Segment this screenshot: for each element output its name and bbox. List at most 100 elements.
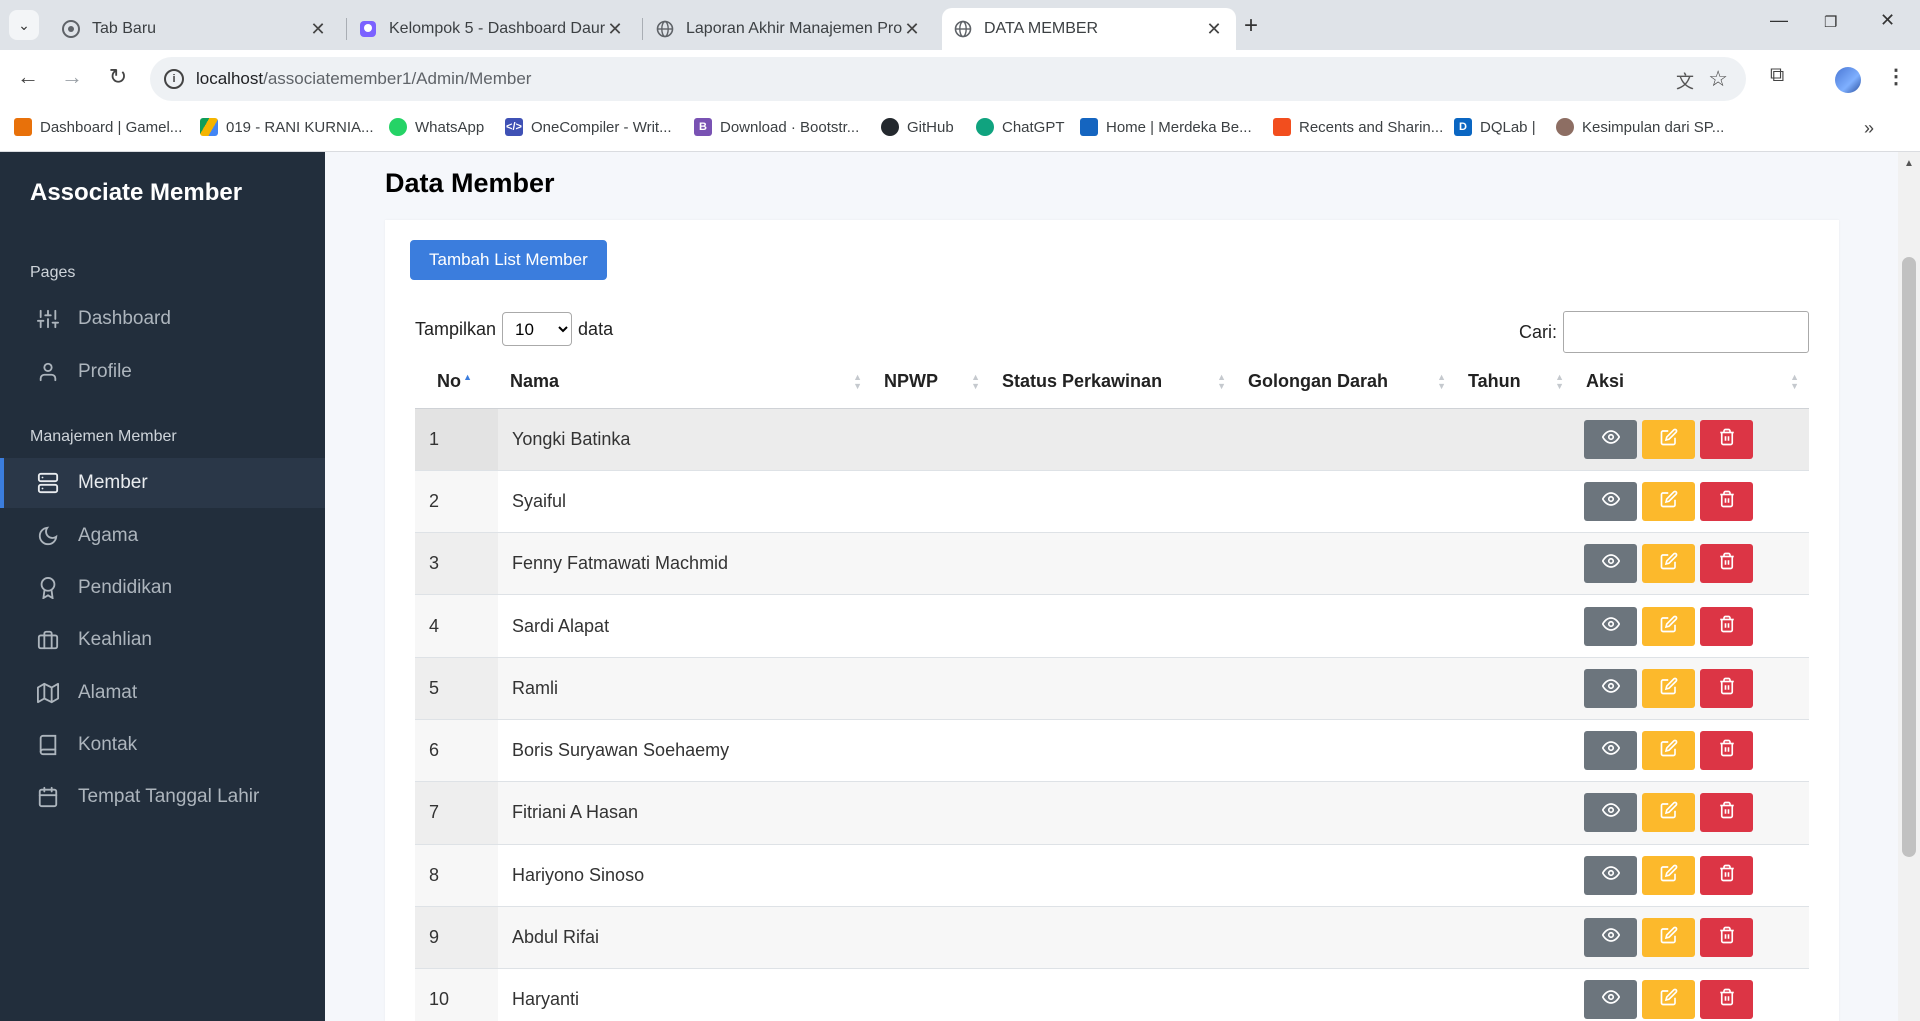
- delete-button[interactable]: [1700, 980, 1753, 1020]
- restore-icon[interactable]: ❐: [1824, 13, 1837, 31]
- bookmark-item[interactable]: Home | Merdeka Be...: [1080, 118, 1252, 136]
- close-icon[interactable]: ✕: [1204, 19, 1224, 40]
- bookmark-item[interactable]: </> OneCompiler - Writ...: [505, 118, 672, 136]
- avatar[interactable]: [1835, 67, 1861, 93]
- bookmark-item[interactable]: D DQLab |: [1454, 118, 1536, 136]
- delete-button[interactable]: [1700, 918, 1753, 958]
- delete-button[interactable]: [1700, 606, 1753, 646]
- sidebar-item-keahlian[interactable]: Keahlian: [0, 615, 325, 665]
- eye-icon: [1601, 552, 1620, 575]
- delete-button[interactable]: [1700, 668, 1753, 708]
- new-tab-plus-icon[interactable]: +: [1244, 12, 1258, 40]
- bookmark-item[interactable]: ChatGPT: [976, 118, 1065, 136]
- delete-button[interactable]: [1700, 731, 1753, 771]
- close-icon[interactable]: ✕: [605, 19, 625, 40]
- translate-icon[interactable]: ⽂: [1676, 68, 1694, 94]
- column-header-tahun[interactable]: Tahun ▲ ▼: [1456, 356, 1574, 409]
- bookmark-item[interactable]: 019 - RANI KURNIA...: [200, 118, 374, 136]
- kebab-menu-icon[interactable]: ⋮: [1886, 64, 1906, 89]
- delete-button[interactable]: [1700, 419, 1753, 459]
- delete-button[interactable]: [1700, 544, 1753, 584]
- chevron-double-right-icon[interactable]: »: [1864, 118, 1874, 139]
- sidebar-item-pendidikan[interactable]: Pendidikan: [0, 563, 325, 613]
- view-button[interactable]: [1584, 544, 1637, 584]
- edit-button[interactable]: [1642, 419, 1695, 459]
- view-button[interactable]: [1584, 731, 1637, 771]
- view-button[interactable]: [1584, 668, 1637, 708]
- sidebar-item-agama[interactable]: Agama: [0, 511, 325, 561]
- trash-icon: [1718, 988, 1736, 1011]
- edit-button[interactable]: [1642, 793, 1695, 833]
- window-close-icon[interactable]: ✕: [1880, 10, 1895, 31]
- tab-data-member[interactable]: DATA MEMBER ✕: [942, 8, 1236, 50]
- cell-golongan-darah: [1236, 844, 1456, 907]
- sidebar-item-label: Member: [78, 472, 148, 493]
- edit-button[interactable]: [1642, 481, 1695, 521]
- extensions-icon[interactable]: ⧉: [1770, 64, 1784, 87]
- delete-button[interactable]: [1700, 793, 1753, 833]
- bookmark-star-icon[interactable]: ☆: [1708, 66, 1728, 92]
- back-arrow-icon[interactable]: ←: [13, 64, 43, 90]
- view-button[interactable]: [1584, 606, 1637, 646]
- bookmark-item[interactable]: B Download · Bootstr...: [694, 118, 859, 136]
- edit-button[interactable]: [1642, 918, 1695, 958]
- forward-arrow-icon[interactable]: →: [57, 64, 87, 90]
- edit-button[interactable]: [1642, 544, 1695, 584]
- edit-button[interactable]: [1642, 731, 1695, 771]
- scroll-up-arrow-icon[interactable]: ▲: [1904, 158, 1914, 169]
- edit-button[interactable]: [1642, 606, 1695, 646]
- add-member-button[interactable]: Tambah List Member: [410, 240, 607, 280]
- view-button[interactable]: [1584, 918, 1637, 958]
- bookmark-item[interactable]: Recents and Sharin...: [1273, 118, 1443, 136]
- page-length-select[interactable]: 10: [502, 312, 573, 346]
- view-button[interactable]: [1584, 793, 1637, 833]
- sidebar-item-tempat-tanggal-lahir[interactable]: Tempat Tanggal Lahir: [0, 772, 325, 822]
- cell-nama: Boris Suryawan Soehaemy: [498, 719, 872, 783]
- cell-status-perkawinan: [990, 532, 1236, 596]
- bookmark-item[interactable]: Kesimpulan dari SP...: [1556, 118, 1724, 136]
- cell-golongan-darah: [1236, 781, 1456, 845]
- close-icon[interactable]: ✕: [308, 19, 328, 40]
- address-bar[interactable]: i localhost/associatemember1/Admin/Membe…: [150, 57, 1746, 101]
- view-button[interactable]: [1584, 855, 1637, 895]
- sidebar-item-member[interactable]: Member: [0, 458, 325, 508]
- vertical-scrollbar[interactable]: ▲: [1898, 152, 1920, 1021]
- edit-button[interactable]: [1642, 980, 1695, 1020]
- sidebar-item-dashboard[interactable]: Dashboard: [0, 294, 325, 344]
- sidebar-brand[interactable]: Associate Member: [30, 179, 242, 207]
- cell-nama: Yongki Batinka: [498, 408, 872, 471]
- reload-icon[interactable]: ↻: [103, 64, 133, 90]
- sidebar-item-alamat[interactable]: Alamat: [0, 668, 325, 718]
- cell-aksi: [1574, 906, 1809, 970]
- edit-button[interactable]: [1642, 668, 1695, 708]
- eye-icon: [1601, 801, 1620, 824]
- minimize-icon[interactable]: —: [1770, 10, 1788, 31]
- column-header-status-perkawinan[interactable]: Status Perkawinan ▲ ▼: [990, 356, 1236, 409]
- column-header-aksi[interactable]: Aksi ▲ ▼: [1574, 356, 1809, 409]
- column-header-golongan-darah[interactable]: Golongan Darah ▲ ▼: [1236, 356, 1456, 409]
- search-input[interactable]: [1563, 311, 1809, 353]
- close-icon[interactable]: ✕: [902, 19, 922, 40]
- cell-no: 6: [415, 719, 498, 783]
- column-header-no[interactable]: No ▲: [415, 356, 498, 409]
- view-button[interactable]: [1584, 980, 1637, 1020]
- edit-button[interactable]: [1642, 855, 1695, 895]
- moon-icon: [36, 524, 60, 548]
- sidebar-item-kontak[interactable]: Kontak: [0, 720, 325, 770]
- scrollbar-thumb[interactable]: [1902, 257, 1916, 857]
- sidebar-item-profile[interactable]: Profile: [0, 347, 325, 397]
- view-button[interactable]: [1584, 419, 1637, 459]
- delete-button[interactable]: [1700, 481, 1753, 521]
- tab-kelompok[interactable]: Kelompok 5 - Dashboard Daur Ulang ✕: [347, 8, 637, 50]
- site-info-icon[interactable]: i: [164, 69, 184, 89]
- tab-new-tab[interactable]: Tab Baru ✕: [50, 8, 340, 50]
- tab-laporan[interactable]: Laporan Akhir Manajemen Proyek ✕: [644, 8, 934, 50]
- bookmark-item[interactable]: WhatsApp: [389, 118, 484, 136]
- column-header-nama[interactable]: Nama ▲ ▼: [498, 356, 872, 409]
- view-button[interactable]: [1584, 481, 1637, 521]
- bookmark-item[interactable]: Dashboard | Gamel...: [14, 118, 182, 136]
- column-header-npwp[interactable]: NPWP ▲ ▼: [872, 356, 990, 409]
- delete-button[interactable]: [1700, 855, 1753, 895]
- tab-search-chevron-icon[interactable]: ⌄: [9, 10, 39, 40]
- bookmark-item[interactable]: GitHub: [881, 118, 954, 136]
